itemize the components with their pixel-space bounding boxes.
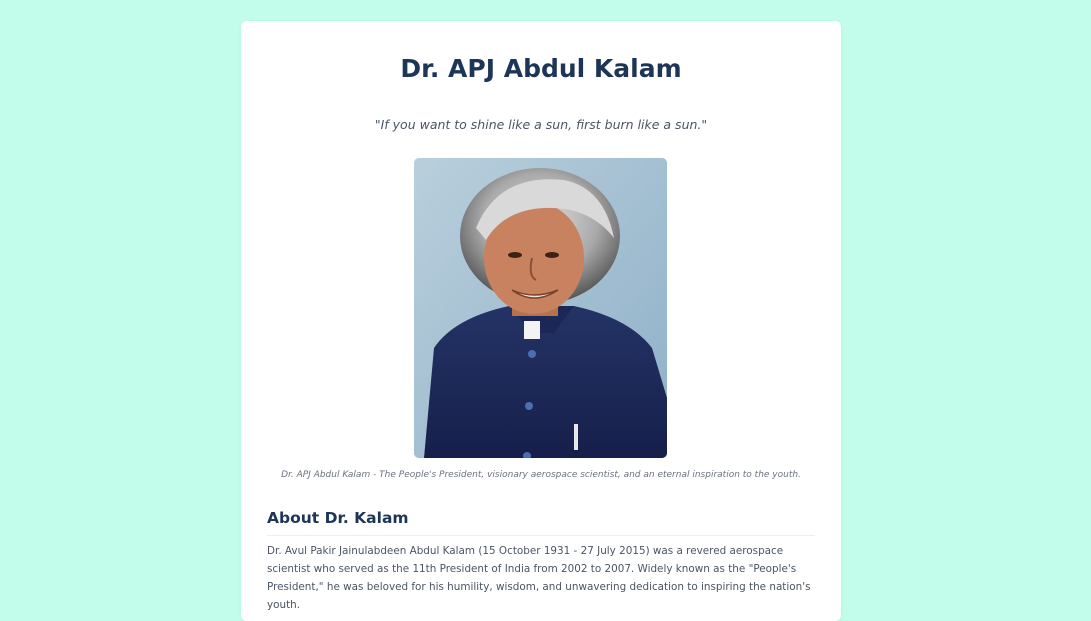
profile-card: Dr. APJ Abdul Kalam "If you want to shin… — [241, 21, 841, 621]
page-title: Dr. APJ Abdul Kalam — [400, 54, 682, 83]
about-heading: About Dr. Kalam — [267, 509, 409, 527]
section-divider — [267, 535, 815, 536]
portrait-illustration — [414, 158, 667, 458]
about-paragraph: Dr. Avul Pakir Jainulabdeen Abdul Kalam … — [267, 545, 811, 611]
portrait-caption: Dr. APJ Abdul Kalam - The People's Presi… — [281, 470, 801, 480]
quote-text: "If you want to shine like a sun, first … — [374, 117, 708, 132]
portrait-image — [414, 158, 667, 458]
